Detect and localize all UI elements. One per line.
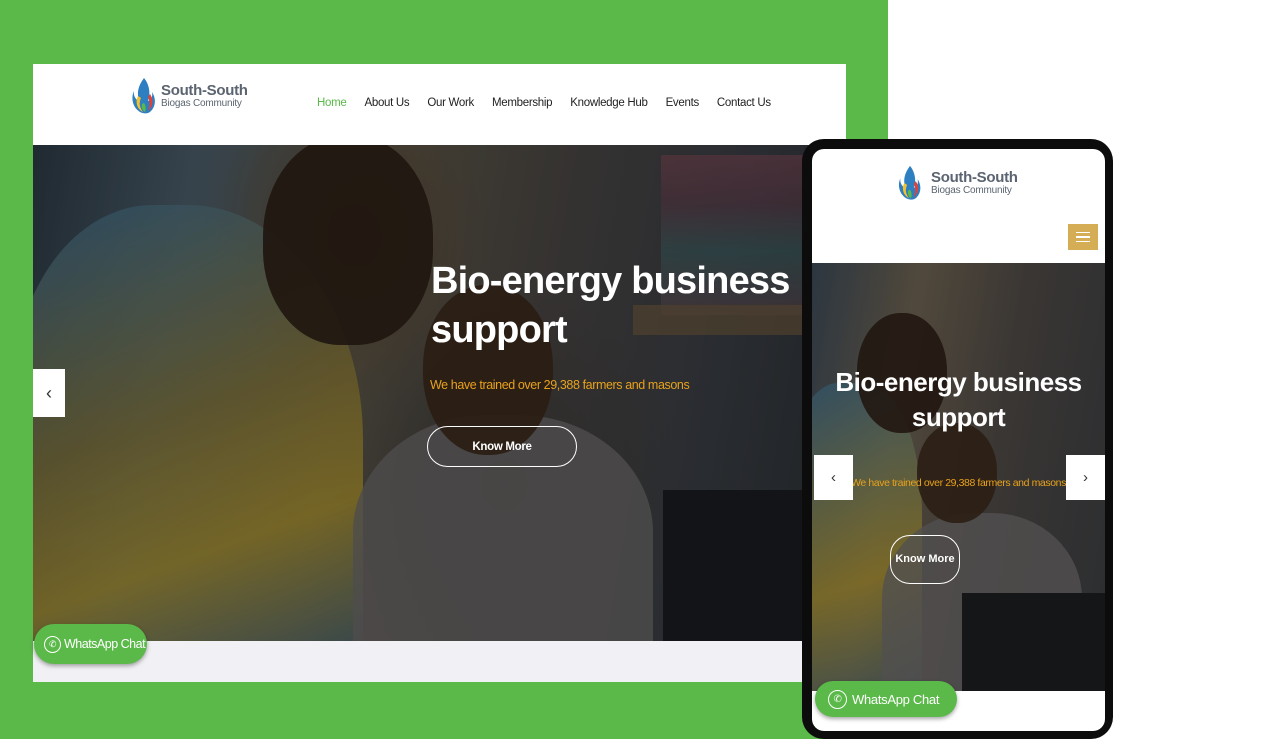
site-header: South-South Biogas Community Home About …: [33, 64, 846, 145]
flame-logo-icon: [898, 165, 921, 200]
logo-tagline: Biogas Community: [931, 185, 1012, 196]
phone-mockup: South-South Biogas Community Bio-energy …: [802, 139, 1113, 739]
whatsapp-chat-button[interactable]: ✆ WhatsApp Chat: [34, 624, 147, 664]
nav-item-about-us[interactable]: About Us: [364, 97, 409, 109]
mobile-hero-title: Bio-energy business support: [835, 367, 1082, 432]
whatsapp-icon: ✆: [828, 689, 847, 709]
chevron-left-icon: ‹: [831, 469, 836, 486]
nav-item-contact-us[interactable]: Contact Us: [717, 97, 771, 109]
flame-logo-icon: [132, 78, 155, 114]
mobile-slider-prev-button[interactable]: ‹: [814, 455, 853, 500]
whatsapp-chat-label: WhatsApp Chat: [64, 637, 146, 651]
whatsapp-icon: ✆: [44, 635, 61, 653]
mobile-hero-subtitle: We have trained over 29,388 farmers and …: [851, 477, 1066, 489]
hamburger-menu-icon: [1076, 231, 1090, 234]
mobile-hero-slider: Bio-energy business support We have trai…: [812, 263, 1105, 691]
mobile-site-logo[interactable]: South-South Biogas Community: [892, 162, 1018, 204]
showcase-stage: South-South Biogas Community Home About …: [0, 0, 1280, 739]
logo-tagline: Biogas Community: [161, 98, 242, 109]
nav-item-membership[interactable]: Membership: [492, 97, 553, 109]
phone-screen: South-South Biogas Community Bio-energy …: [812, 149, 1105, 731]
mobile-slider-next-button[interactable]: ›: [1066, 455, 1105, 500]
mobile-whatsapp-chat-button[interactable]: ✆ WhatsApp Chat: [815, 681, 957, 717]
hamburger-menu-button[interactable]: [1068, 224, 1098, 250]
hero-slider: Bio-energy business support We have trai…: [33, 145, 846, 641]
main-nav: Home About Us Our Work Membership Knowle…: [317, 97, 771, 109]
nav-item-events[interactable]: Events: [666, 97, 700, 109]
hero-title: Bio-energy business support: [431, 260, 790, 351]
mobile-know-more-button[interactable]: Know More: [890, 535, 960, 584]
site-logo[interactable]: South-South Biogas Community: [130, 74, 248, 118]
nav-item-knowledge-hub[interactable]: Knowledge Hub: [570, 97, 648, 109]
whatsapp-chat-label: WhatsApp Chat: [852, 691, 940, 707]
chevron-left-icon: ‹: [46, 382, 52, 403]
chevron-right-icon: ›: [1083, 469, 1088, 486]
hero-overlay: [33, 145, 846, 641]
desktop-mockup: South-South Biogas Community Home About …: [33, 64, 846, 682]
nav-item-home[interactable]: Home: [317, 97, 347, 109]
slider-prev-button[interactable]: ‹: [33, 369, 65, 417]
nav-item-our-work[interactable]: Our Work: [427, 97, 474, 109]
hero-subtitle: We have trained over 29,388 farmers and …: [430, 378, 690, 392]
logo-title: South-South: [931, 169, 1018, 186]
logo-title: South-South: [161, 82, 248, 99]
know-more-button[interactable]: Know More: [427, 426, 577, 467]
